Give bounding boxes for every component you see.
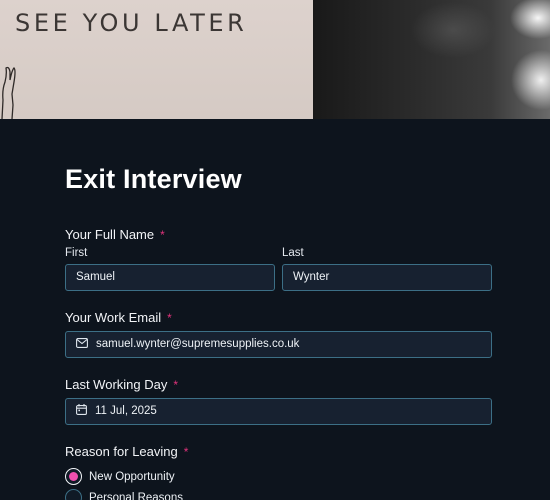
required-marker: *	[173, 378, 179, 392]
exit-interview-page: SEE YOU LATER Exit Interview Your Full N…	[0, 0, 550, 500]
work-email-input[interactable]: samuel.wynter@supremesupplies.co.uk	[65, 331, 492, 358]
reason-option-label: New Opportunity	[89, 470, 175, 483]
full-name-label: Your Full Name *	[65, 227, 165, 242]
hero-sign-panel: SEE YOU LATER	[0, 0, 313, 119]
reason-for-leaving-label-text: Reason for Leaving	[65, 444, 178, 459]
reason-option-label: Personal Reasons	[89, 491, 183, 500]
hero-bokeh-panel	[313, 0, 550, 119]
reason-for-leaving-label: Reason for Leaving *	[65, 444, 188, 459]
work-email-label: Your Work Email *	[65, 310, 172, 325]
radio-button-selected[interactable]	[65, 468, 82, 485]
required-marker: *	[167, 311, 172, 325]
last-working-day-label-text: Last Working Day	[65, 377, 168, 392]
last-name-label: Last	[282, 247, 304, 259]
hero-banner-image: SEE YOU LATER	[0, 0, 550, 119]
page-title: Exit Interview	[65, 164, 242, 194]
required-marker: *	[183, 445, 189, 459]
first-name-value: Samuel	[76, 271, 115, 283]
radio-button[interactable]	[65, 489, 82, 500]
required-marker: *	[160, 228, 165, 242]
last-working-day-value: 11 Jul, 2025	[95, 405, 157, 417]
waving-hand-drawing	[1, 66, 16, 119]
last-working-day-input[interactable]: 11 Jul, 2025	[65, 398, 492, 425]
last-name-value: Wynter	[293, 271, 330, 283]
hero-sign-text: SEE YOU LATER	[15, 9, 248, 37]
first-name-input[interactable]: Samuel	[65, 264, 275, 291]
calendar-icon	[76, 404, 87, 416]
full-name-label-text: Your Full Name	[65, 227, 155, 242]
first-name-label: First	[65, 247, 88, 259]
reason-option-personal-reasons[interactable]: Personal Reasons	[65, 489, 183, 500]
work-email-label-text: Your Work Email	[65, 310, 162, 325]
last-working-day-label: Last Working Day *	[65, 377, 178, 392]
work-email-value: samuel.wynter@supremesupplies.co.uk	[96, 338, 300, 350]
last-name-input[interactable]: Wynter	[282, 264, 492, 291]
envelope-icon	[76, 338, 88, 348]
reason-option-new-opportunity[interactable]: New Opportunity	[65, 468, 175, 485]
